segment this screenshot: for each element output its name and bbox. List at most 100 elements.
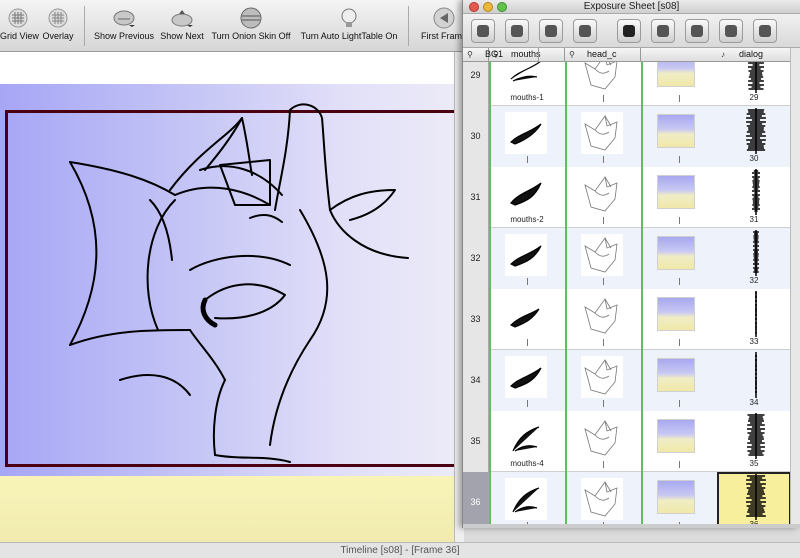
cell-bg1[interactable] <box>641 62 717 106</box>
mouth-thumbnail <box>505 62 547 93</box>
grid-view-button[interactable]: Grid View <box>0 4 39 50</box>
column-divider <box>565 289 567 350</box>
cell-dialog[interactable]: 33 <box>717 289 791 350</box>
bg1-thumbnail <box>657 419 695 453</box>
column-divider <box>565 167 567 228</box>
cell-mouths[interactable]: mouths-4 <box>489 411 565 472</box>
bg1-thumbnail <box>657 480 695 514</box>
cell-dialog[interactable]: 29 <box>717 62 791 106</box>
audio-icon[interactable] <box>539 19 563 43</box>
overlay-label: Overlay <box>42 31 74 41</box>
cell-dialog[interactable]: 30 <box>717 106 791 167</box>
cell-dialog[interactable]: 32 <box>717 228 791 289</box>
column-header-dialog[interactable]: ♪ dialog <box>717 48 791 62</box>
cells-icon[interactable] <box>651 19 675 43</box>
cell-bg1[interactable] <box>641 289 717 350</box>
cell-head-c[interactable] <box>565 411 641 472</box>
frame-number[interactable]: 36 <box>463 472 489 524</box>
cell-bg1[interactable] <box>641 106 717 167</box>
hold-tick <box>679 95 680 102</box>
mouth-thumbnail <box>505 478 547 520</box>
pin-icon: ⚲ <box>467 50 473 59</box>
column-header-bg1[interactable]: ⚲ BG1 <box>463 48 539 62</box>
frame-number[interactable]: 34 <box>463 350 489 411</box>
close-icon[interactable] <box>469 2 479 12</box>
cell-head-c[interactable] <box>565 167 641 228</box>
character-drawing[interactable] <box>0 84 462 476</box>
frame-number[interactable]: 35 <box>463 411 489 472</box>
cell-bg1[interactable] <box>641 228 717 289</box>
frame-number[interactable]: 32 <box>463 228 489 289</box>
xsheet-scrollbar[interactable] <box>790 48 800 524</box>
zoom-icon[interactable] <box>497 2 507 12</box>
xsheet-row[interactable]: 34 34 <box>463 350 800 411</box>
minimize-icon[interactable] <box>483 2 493 12</box>
toolbar-divider <box>84 6 85 46</box>
first-frame-label: First Frame <box>421 31 467 41</box>
xsheet-row[interactable]: 29 mouths-1 29 <box>463 62 800 106</box>
bg1-thumbnail <box>657 114 695 148</box>
cell-dialog[interactable]: 34 <box>717 350 791 411</box>
xsheet-row[interactable]: 31 mouths-2 31 <box>463 167 800 228</box>
cell-mouths[interactable]: mouths-2 <box>489 167 565 228</box>
column-divider <box>489 106 491 167</box>
camera-icon[interactable] <box>617 19 641 43</box>
cell-bg1[interactable] <box>641 411 717 472</box>
column-divider <box>565 228 567 289</box>
cell-head-c[interactable] <box>565 350 641 411</box>
cell-dialog[interactable]: 31 <box>717 167 791 228</box>
xsheet-row[interactable]: 33 33 <box>463 289 800 350</box>
clapper-icon[interactable] <box>719 19 743 43</box>
cell-mouths[interactable] <box>489 106 565 167</box>
frame-number[interactable]: 30 <box>463 106 489 167</box>
column-divider <box>489 350 491 411</box>
show-next-button[interactable]: Show Next <box>158 4 206 50</box>
overlay-button[interactable]: Overlay <box>40 4 76 50</box>
xsheet-toolbar <box>463 14 800 48</box>
layers-icon[interactable] <box>471 19 495 43</box>
pin-icon: ⚲ <box>569 50 575 59</box>
xsheet-row[interactable]: 35 mouths-4 35 <box>463 411 800 472</box>
onion-skin-button[interactable]: Turn Onion Skin Off <box>209 4 293 50</box>
cell-head-c[interactable] <box>565 62 641 106</box>
column-divider <box>565 350 567 411</box>
cell-mouths[interactable] <box>489 350 565 411</box>
cell-mouths[interactable] <box>489 472 565 524</box>
show-previous-button[interactable]: Show Previous <box>93 4 155 50</box>
cell-mouths[interactable] <box>489 289 565 350</box>
cell-dialog[interactable]: 36 <box>717 472 791 524</box>
column-header-head-c[interactable]: ⚲ head_c <box>565 48 641 62</box>
grid-view-label: Grid View <box>0 31 39 41</box>
xsheet-grid: 29 mouths-1 29 30 30 31 mouths-2 31 32 32 33 33 34 34… <box>463 62 800 524</box>
xsheet-titlebar[interactable]: Exposure Sheet [s08] <box>463 0 800 14</box>
column-name: BG1 <box>485 49 504 59</box>
cell-mouths[interactable]: mouths-1 <box>489 62 565 106</box>
cell-bg1[interactable] <box>641 167 717 228</box>
mouth-thumbnail <box>505 234 547 276</box>
cell-dialog[interactable]: 35 <box>717 411 791 472</box>
grid-icon <box>8 8 28 28</box>
xsheet-row[interactable]: 30 30 <box>463 106 800 167</box>
cell-head-c[interactable] <box>565 106 641 167</box>
audio-waveform <box>746 474 766 520</box>
play-icon[interactable] <box>753 19 777 43</box>
cell-head-c[interactable] <box>565 472 641 524</box>
column-divider <box>641 167 643 228</box>
cell-head-c[interactable] <box>565 228 641 289</box>
xsheet-row[interactable]: 32 32 <box>463 228 800 289</box>
cell-bg1[interactable] <box>641 472 717 524</box>
column-divider <box>565 62 567 106</box>
cell-mouths[interactable] <box>489 228 565 289</box>
frame-number[interactable]: 29 <box>463 62 489 106</box>
brush-icon[interactable] <box>573 19 597 43</box>
hold-tick <box>603 400 604 407</box>
column-divider <box>641 350 643 411</box>
drawing-icon[interactable] <box>685 19 709 43</box>
auto-lighttable-button[interactable]: Turn Auto LightTable On <box>297 4 401 50</box>
frame-number[interactable]: 31 <box>463 167 489 228</box>
xsheet-row[interactable]: 36 36 <box>463 472 800 524</box>
import-icon[interactable] <box>505 19 529 43</box>
cell-bg1[interactable] <box>641 350 717 411</box>
cell-head-c[interactable] <box>565 289 641 350</box>
frame-number[interactable]: 33 <box>463 289 489 350</box>
